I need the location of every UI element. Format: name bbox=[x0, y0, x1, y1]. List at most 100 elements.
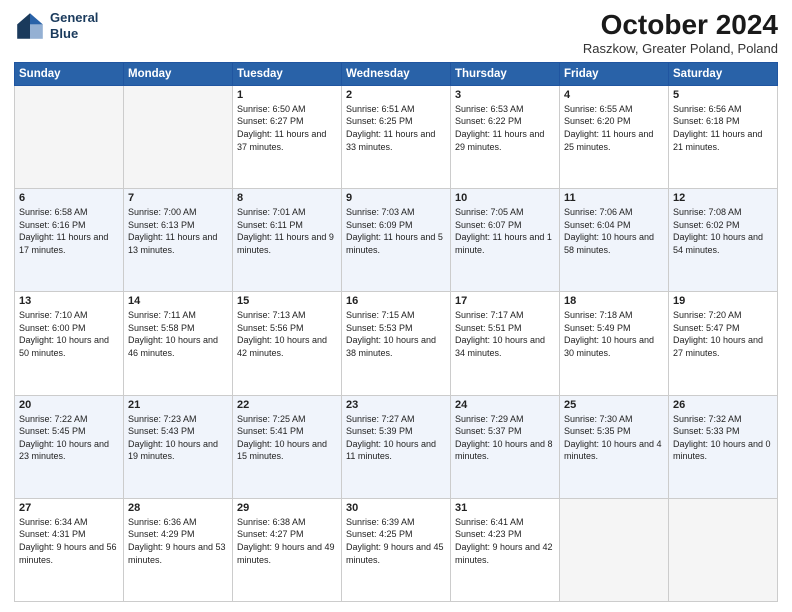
cell-text: Sunrise: 7:11 AM Sunset: 5:58 PM Dayligh… bbox=[128, 309, 228, 359]
day-header-wednesday: Wednesday bbox=[342, 62, 451, 85]
calendar-cell: 21 Sunrise: 7:23 AM Sunset: 5:43 PM Dayli… bbox=[124, 395, 233, 498]
day-header-saturday: Saturday bbox=[669, 62, 778, 85]
subtitle: Raszkow, Greater Poland, Poland bbox=[583, 41, 778, 56]
day-number: 11 bbox=[564, 192, 664, 204]
day-number: 30 bbox=[346, 502, 446, 514]
cell-text: Sunrise: 6:53 AM Sunset: 6:22 PM Dayligh… bbox=[455, 103, 555, 153]
calendar-cell: 13 Sunrise: 7:10 AM Sunset: 6:00 PM Dayli… bbox=[15, 292, 124, 395]
cell-text: Sunrise: 6:58 AM Sunset: 6:16 PM Dayligh… bbox=[19, 206, 119, 256]
cell-text: Sunrise: 7:13 AM Sunset: 5:56 PM Dayligh… bbox=[237, 309, 337, 359]
calendar-cell: 6 Sunrise: 6:58 AM Sunset: 6:16 PM Daylig… bbox=[15, 189, 124, 292]
calendar-cell: 15Sunrise: 7:13 AM Sunset: 5:56 PM Dayli… bbox=[233, 292, 342, 395]
cell-text: Sunrise: 7:22 AM Sunset: 5:45 PM Dayligh… bbox=[19, 413, 119, 463]
day-number: 1 bbox=[237, 89, 337, 101]
calendar-cell bbox=[669, 498, 778, 601]
cell-text: Sunrise: 7:25 AM Sunset: 5:41 PM Dayligh… bbox=[237, 413, 337, 463]
cell-text: Sunrise: 7:00 AM Sunset: 6:13 PM Dayligh… bbox=[128, 206, 228, 256]
calendar-cell: 28 Sunrise: 6:36 AM Sunset: 4:29 PM Dayli… bbox=[124, 498, 233, 601]
calendar-cell: 27Sunrise: 6:34 AM Sunset: 4:31 PM Dayli… bbox=[15, 498, 124, 601]
day-number: 8 bbox=[237, 192, 337, 204]
calendar-cell bbox=[560, 498, 669, 601]
calendar-cell: 9Sunrise: 7:03 AM Sunset: 6:09 PM Daylig… bbox=[342, 189, 451, 292]
week-row-4: 20 Sunrise: 7:22 AM Sunset: 5:45 PM Dayli… bbox=[15, 395, 778, 498]
cell-text: Sunrise: 6:34 AM Sunset: 4:31 PM Dayligh… bbox=[19, 516, 119, 566]
day-number: 29 bbox=[237, 502, 337, 514]
day-number: 5 bbox=[673, 89, 773, 101]
day-number: 14 bbox=[128, 295, 228, 307]
calendar-cell: 18 Sunrise: 7:18 AM Sunset: 5:49 PM Dayli… bbox=[560, 292, 669, 395]
day-number: 16 bbox=[346, 295, 446, 307]
calendar-cell: 10 Sunrise: 7:05 AM Sunset: 6:07 PM Dayli… bbox=[451, 189, 560, 292]
calendar-cell: 1 Sunrise: 6:50 AM Sunset: 6:27 PM Daylig… bbox=[233, 85, 342, 188]
day-number: 23 bbox=[346, 399, 446, 411]
cell-text: Sunrise: 6:50 AM Sunset: 6:27 PM Dayligh… bbox=[237, 103, 337, 153]
cell-text: Sunrise: 7:08 AM Sunset: 6:02 PM Dayligh… bbox=[673, 206, 773, 256]
day-number: 26 bbox=[673, 399, 773, 411]
calendar-cell bbox=[124, 85, 233, 188]
day-number: 21 bbox=[128, 399, 228, 411]
cell-text: Sunrise: 7:18 AM Sunset: 5:49 PM Dayligh… bbox=[564, 309, 664, 359]
day-number: 19 bbox=[673, 295, 773, 307]
calendar-cell: 2 Sunrise: 6:51 AM Sunset: 6:25 PM Daylig… bbox=[342, 85, 451, 188]
calendar-cell: 25Sunrise: 7:30 AM Sunset: 5:35 PM Dayli… bbox=[560, 395, 669, 498]
day-number: 10 bbox=[455, 192, 555, 204]
cell-text: Sunrise: 7:32 AM Sunset: 5:33 PM Dayligh… bbox=[673, 413, 773, 463]
day-number: 22 bbox=[237, 399, 337, 411]
calendar-cell: 22 Sunrise: 7:25 AM Sunset: 5:41 PM Dayli… bbox=[233, 395, 342, 498]
calendar-cell: 20 Sunrise: 7:22 AM Sunset: 5:45 PM Dayli… bbox=[15, 395, 124, 498]
week-row-2: 6 Sunrise: 6:58 AM Sunset: 6:16 PM Daylig… bbox=[15, 189, 778, 292]
day-number: 20 bbox=[19, 399, 119, 411]
cell-text: Sunrise: 6:36 AM Sunset: 4:29 PM Dayligh… bbox=[128, 516, 228, 566]
day-number: 3 bbox=[455, 89, 555, 101]
cell-text: Sunrise: 7:06 AM Sunset: 6:04 PM Dayligh… bbox=[564, 206, 664, 256]
day-header-monday: Monday bbox=[124, 62, 233, 85]
day-number: 2 bbox=[346, 89, 446, 101]
calendar-cell: 30 Sunrise: 6:39 AM Sunset: 4:25 PM Dayli… bbox=[342, 498, 451, 601]
calendar-cell: 5 Sunrise: 6:56 AM Sunset: 6:18 PM Daylig… bbox=[669, 85, 778, 188]
calendar-cell: 17Sunrise: 7:17 AM Sunset: 5:51 PM Dayli… bbox=[451, 292, 560, 395]
cell-text: Sunrise: 7:20 AM Sunset: 5:47 PM Dayligh… bbox=[673, 309, 773, 359]
cell-text: Sunrise: 6:38 AM Sunset: 4:27 PM Dayligh… bbox=[237, 516, 337, 566]
day-number: 7 bbox=[128, 192, 228, 204]
cell-text: Sunrise: 6:56 AM Sunset: 6:18 PM Dayligh… bbox=[673, 103, 773, 153]
day-header-tuesday: Tuesday bbox=[233, 62, 342, 85]
calendar-table: SundayMondayTuesdayWednesdayThursdayFrid… bbox=[14, 62, 778, 602]
cell-text: Sunrise: 7:05 AM Sunset: 6:07 PM Dayligh… bbox=[455, 206, 555, 256]
cell-text: Sunrise: 6:39 AM Sunset: 4:25 PM Dayligh… bbox=[346, 516, 446, 566]
cell-text: Sunrise: 7:17 AM Sunset: 5:51 PM Dayligh… bbox=[455, 309, 555, 359]
calendar-cell: 4Sunrise: 6:55 AM Sunset: 6:20 PM Daylig… bbox=[560, 85, 669, 188]
calendar-cell: 24 Sunrise: 7:29 AM Sunset: 5:37 PM Dayli… bbox=[451, 395, 560, 498]
calendar-cell: 3 Sunrise: 6:53 AM Sunset: 6:22 PM Daylig… bbox=[451, 85, 560, 188]
day-number: 25 bbox=[564, 399, 664, 411]
calendar-cell: 29 Sunrise: 6:38 AM Sunset: 4:27 PM Dayli… bbox=[233, 498, 342, 601]
days-header-row: SundayMondayTuesdayWednesdayThursdayFrid… bbox=[15, 62, 778, 85]
day-number: 6 bbox=[19, 192, 119, 204]
cell-text: Sunrise: 6:41 AM Sunset: 4:23 PM Dayligh… bbox=[455, 516, 555, 566]
week-row-5: 27Sunrise: 6:34 AM Sunset: 4:31 PM Dayli… bbox=[15, 498, 778, 601]
cell-text: Sunrise: 7:10 AM Sunset: 6:00 PM Dayligh… bbox=[19, 309, 119, 359]
day-number: 18 bbox=[564, 295, 664, 307]
logo: General Blue bbox=[14, 10, 98, 42]
day-header-thursday: Thursday bbox=[451, 62, 560, 85]
calendar-cell: 23Sunrise: 7:27 AM Sunset: 5:39 PM Dayli… bbox=[342, 395, 451, 498]
day-header-sunday: Sunday bbox=[15, 62, 124, 85]
cell-text: Sunrise: 6:51 AM Sunset: 6:25 PM Dayligh… bbox=[346, 103, 446, 153]
day-number: 24 bbox=[455, 399, 555, 411]
cell-text: Sunrise: 7:15 AM Sunset: 5:53 PM Dayligh… bbox=[346, 309, 446, 359]
header: General Blue October 2024 Raszkow, Great… bbox=[14, 10, 778, 56]
calendar-cell: 31Sunrise: 6:41 AM Sunset: 4:23 PM Dayli… bbox=[451, 498, 560, 601]
day-number: 28 bbox=[128, 502, 228, 514]
calendar-cell: 7 Sunrise: 7:00 AM Sunset: 6:13 PM Daylig… bbox=[124, 189, 233, 292]
calendar-cell: 26 Sunrise: 7:32 AM Sunset: 5:33 PM Dayli… bbox=[669, 395, 778, 498]
day-header-friday: Friday bbox=[560, 62, 669, 85]
calendar-cell: 14 Sunrise: 7:11 AM Sunset: 5:58 PM Dayli… bbox=[124, 292, 233, 395]
calendar-body: 1 Sunrise: 6:50 AM Sunset: 6:27 PM Daylig… bbox=[15, 85, 778, 601]
calendar-cell bbox=[15, 85, 124, 188]
week-row-3: 13 Sunrise: 7:10 AM Sunset: 6:00 PM Dayli… bbox=[15, 292, 778, 395]
cell-text: Sunrise: 7:29 AM Sunset: 5:37 PM Dayligh… bbox=[455, 413, 555, 463]
logo-text: General Blue bbox=[50, 10, 98, 41]
cell-text: Sunrise: 7:23 AM Sunset: 5:43 PM Dayligh… bbox=[128, 413, 228, 463]
day-number: 13 bbox=[19, 295, 119, 307]
title-block: October 2024 Raszkow, Greater Poland, Po… bbox=[583, 10, 778, 56]
calendar-cell: 16 Sunrise: 7:15 AM Sunset: 5:53 PM Dayli… bbox=[342, 292, 451, 395]
